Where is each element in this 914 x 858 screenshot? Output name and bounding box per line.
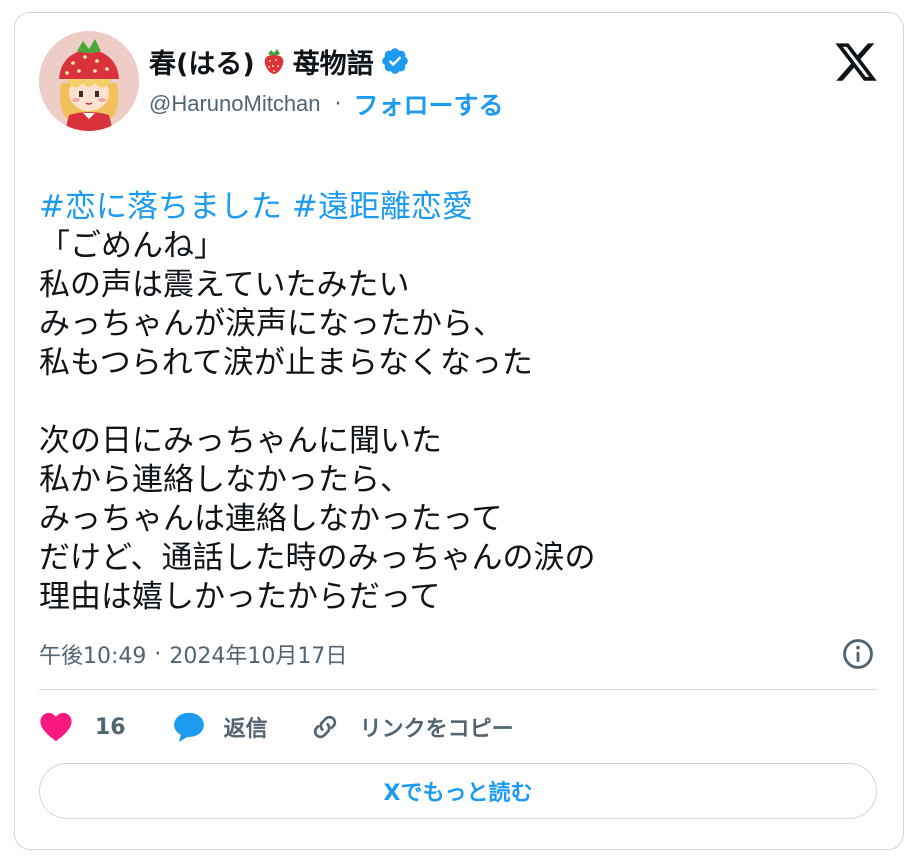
reply-button[interactable]: 返信 [172, 711, 268, 743]
tweet-timestamp[interactable]: 午後10:49 · 2024年10月17日 [39, 637, 347, 671]
copy-link-label: リンクをコピー [359, 717, 514, 742]
author-name-suffix[interactable]: 苺物語 [293, 42, 374, 81]
dot-separator: · [154, 641, 162, 667]
verified-badge-icon [381, 48, 408, 74]
strawberry-icon [264, 49, 283, 74]
hashtag-link[interactable]: #恋に落ちました [39, 189, 282, 225]
author-handle[interactable]: @HarunoMitchan [149, 91, 321, 117]
author-name-row[interactable]: 春(はる) 苺物語 [149, 41, 410, 81]
strawberry-girl-avatar-icon [39, 31, 139, 131]
like-button[interactable]: 16 [39, 711, 126, 743]
hashtag-line: #恋に落ちました #遠距離恋愛 [39, 188, 889, 227]
divider [39, 689, 877, 690]
read-more-button[interactable]: Xでもっと読む [39, 763, 877, 819]
tweet-text: #恋に落ちました #遠距離恋愛 「ごめんね」 私の声は震えていたみたい みっちゃん… [39, 149, 889, 617]
info-icon[interactable] [841, 637, 875, 671]
x-logo-icon[interactable] [833, 39, 879, 85]
reply-bubble-icon [173, 712, 204, 742]
copy-link-button[interactable]: リンクをコピー [308, 711, 514, 743]
link-icon [313, 715, 336, 739]
author-display-name[interactable]: 春(はる) [149, 42, 255, 81]
tweet-body: 「ごめんね」 私の声は震えていたみたい みっちゃんが涙声になったから、 私もつら… [39, 228, 596, 615]
like-count: 16 [95, 714, 126, 740]
follow-button[interactable]: フォローする [354, 86, 504, 122]
avatar[interactable] [39, 31, 139, 131]
author-handle-row: @HarunoMitchan · フォローする [149, 87, 504, 121]
action-bar: 16 返信 リンクをコピー [39, 707, 514, 747]
reply-label: 返信 [223, 717, 268, 742]
tweet-card: 春(はる) 苺物語 @HarunoMitchan · フォローする #恋に落ちま… [14, 12, 904, 850]
tweet-date[interactable]: 2024年10月17日 [169, 638, 347, 670]
dot-separator: · [334, 91, 342, 117]
heart-icon [40, 712, 72, 742]
tweet-time[interactable]: 午後10:49 [39, 638, 146, 670]
hashtag-link[interactable]: #遠距離恋愛 [292, 189, 473, 225]
